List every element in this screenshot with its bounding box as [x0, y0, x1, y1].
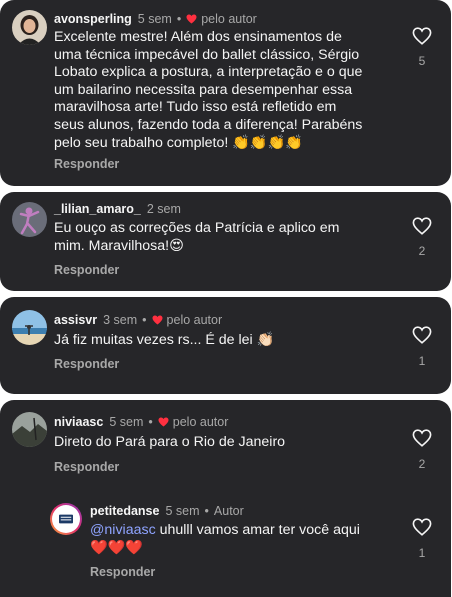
- avatar[interactable]: [12, 202, 47, 237]
- reply-button[interactable]: Responder: [90, 565, 155, 579]
- username[interactable]: petitedanse: [90, 504, 159, 518]
- timestamp: 5 sem: [165, 504, 200, 518]
- comment-meta: _lilian_amaro_ 2 sem: [54, 202, 181, 216]
- username[interactable]: avonsperling: [54, 12, 132, 26]
- separator-dot: •: [176, 12, 182, 26]
- author-label: pelo autor: [166, 313, 223, 327]
- timestamp: 2 sem: [146, 202, 181, 216]
- reply-button[interactable]: Responder: [54, 357, 119, 371]
- profile-photo-beach-icon: [12, 310, 47, 345]
- like-button[interactable]: [412, 27, 432, 45]
- comment-text: Direto do Pará para o Rio de Janeiro: [54, 434, 286, 450]
- like-button[interactable]: [412, 217, 432, 235]
- username[interactable]: niviaasc: [54, 415, 103, 429]
- separator-dot: •: [142, 313, 147, 327]
- timestamp: 5 sem: [109, 415, 144, 429]
- comment-text: @niviaasc uhulll vamos amar ter você aqu…: [90, 522, 395, 557]
- heart-outline-icon: [412, 217, 432, 235]
- author-label: pelo autor: [172, 415, 229, 429]
- like-count: 2: [418, 244, 426, 258]
- reply-button[interactable]: Responder: [54, 157, 119, 171]
- like-button[interactable]: [412, 326, 432, 344]
- comment-text: Já fiz muitas vezes rs... É de lei 👏🏻: [54, 332, 275, 348]
- author-label: Autor: [213, 504, 244, 518]
- profile-logo-petite-danse-icon: [52, 505, 80, 533]
- comment-text: Eu ouço as correções da Patrícia e aplic…: [54, 220, 340, 254]
- avatar[interactable]: [50, 503, 82, 535]
- like-count: 1: [418, 354, 426, 368]
- reply-button[interactable]: Responder: [54, 460, 119, 474]
- comment-card: assisvr 3 sem • pelo autor Já fiz muitas…: [0, 297, 451, 394]
- separator-dot: •: [204, 504, 209, 518]
- comment-meta: avonsperling 5 sem • pelo autor: [54, 12, 257, 26]
- comment-meta: niviaasc 5 sem • pelo autor: [54, 415, 228, 429]
- heart-outline-icon: [412, 326, 432, 344]
- like-count: 5: [418, 54, 426, 68]
- like-button[interactable]: [412, 429, 432, 447]
- heart-filled-icon: [158, 417, 169, 427]
- like-count: 1: [418, 546, 426, 560]
- heart-outline-icon: [412, 429, 432, 447]
- author-label: pelo autor: [201, 12, 257, 26]
- profile-photo-woman-icon: [12, 10, 47, 45]
- timestamp: 5 sem: [137, 12, 172, 26]
- avatar[interactable]: [12, 412, 47, 447]
- like-button[interactable]: [412, 518, 432, 536]
- heart-filled-icon: [152, 315, 163, 325]
- username[interactable]: _lilian_amaro_: [54, 202, 141, 216]
- heart-outline-icon: [412, 27, 432, 45]
- like-count: 2: [418, 457, 426, 471]
- profile-photo-landscape-icon: [12, 412, 47, 447]
- avatar[interactable]: [12, 10, 47, 45]
- comment-text: Excelente mestre! Além dos ensinamentos …: [54, 29, 363, 151]
- reply-button[interactable]: Responder: [54, 263, 119, 277]
- avatar[interactable]: [12, 310, 47, 345]
- heart-filled-icon: [186, 14, 197, 24]
- comment-meta: petitedanse 5 sem • Autor: [90, 504, 244, 518]
- profile-photo-dancer-icon: [12, 202, 47, 237]
- username[interactable]: assisvr: [54, 313, 97, 327]
- mention-link[interactable]: @niviaasc: [90, 522, 156, 538]
- comment-card: avonsperling 5 sem • pelo autor Excelent…: [0, 0, 451, 186]
- separator-dot: •: [148, 415, 153, 429]
- comment-card: niviaasc 5 sem • pelo autor Direto do Pa…: [0, 400, 451, 597]
- timestamp: 3 sem: [103, 313, 138, 327]
- heart-outline-icon: [412, 518, 432, 536]
- comment-meta: assisvr 3 sem • pelo autor: [54, 313, 222, 327]
- comment-card: _lilian_amaro_ 2 sem Eu ouço as correçõe…: [0, 192, 451, 291]
